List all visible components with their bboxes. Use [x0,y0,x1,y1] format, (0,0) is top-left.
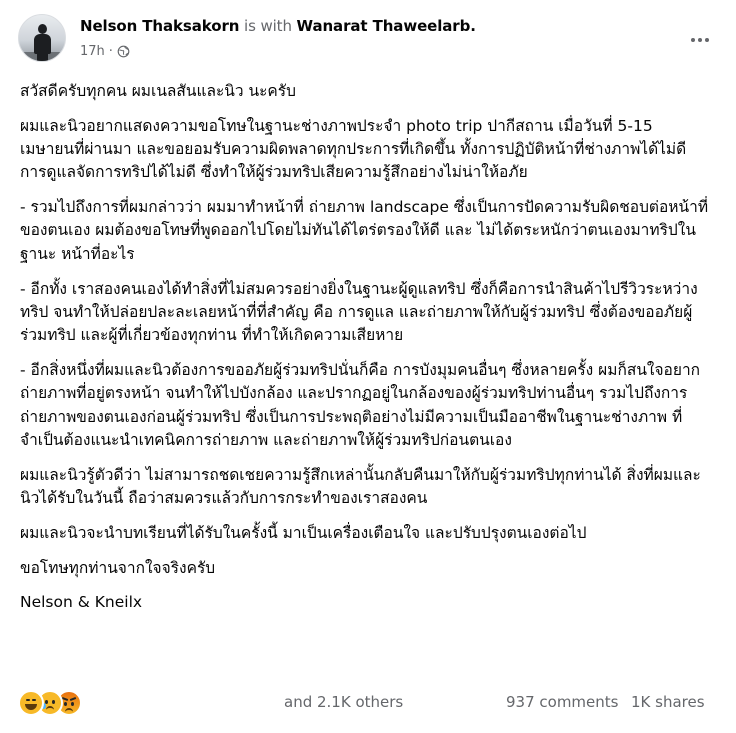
author-name[interactable]: Nelson Thaksakorn [80,17,239,35]
post-paragraph: ผมและนิวรู้ตัวดีว่า ไม่สามารถชดเชยความรู… [20,465,701,507]
post-paragraph: สวัสดีครับทุกคน ผมเนลสันและนิว นะครับ [20,82,296,100]
more-options-button[interactable] [682,22,718,58]
post-paragraph: ผมและนิวจะนำบทเรียนที่ได้รับในครั้งนี้ ม… [20,523,587,542]
reaction-count[interactable]: and 2.1K others [284,693,403,711]
avatar-figure-legs [37,52,48,61]
post-paragraph: - รวมไปถึงการที่ผมกล่าวว่า ผมมาทำหน้าที่… [20,198,709,263]
post-body: สวัสดีครับทุกคน ผมเนลสันและนิว นะครับ ผม… [20,80,710,626]
reaction-summary[interactable] [18,690,94,716]
post-timestamp[interactable]: 17h [80,44,105,59]
post-paragraph: - อีกสิ่งหนึ่งที่ผมและนิวต้องการขออภัยผู… [20,360,701,449]
more-horizontal-icon [691,38,695,42]
post-meta: 17h · [80,44,130,59]
post-signature: Nelson & Kneilx [20,593,143,612]
comments-count[interactable]: 937 comments [506,693,618,711]
post-paragraph: - อีกทั้ง เราสองคนเองได้ทำสิ่งที่ไม่สมคว… [20,279,698,345]
author-avatar[interactable] [18,14,66,62]
shares-count[interactable]: 1K shares [631,693,705,711]
post-paragraph: ผมและนิวอยากแสดงความขอโทษในฐานะช่างภาพปร… [20,116,687,182]
avatar-figure-body [34,34,51,54]
globe-icon[interactable] [117,45,130,58]
tagged-person-name[interactable]: Wanarat Thaweelarb. [297,17,476,35]
post-header: Nelson Thaksakorn is with Wanarat Thawee… [18,14,718,66]
with-text: is with [244,17,292,35]
avatar-figure-head [38,24,47,34]
post-author-line: Nelson Thaksakorn is with Wanarat Thawee… [80,17,476,35]
post-paragraph: ขอโทษทุกท่านจากใจจริงครับ [20,558,216,577]
haha-reaction-icon [18,690,44,716]
post-footer: and 2.1K others 937 comments 1K shares [18,688,718,718]
